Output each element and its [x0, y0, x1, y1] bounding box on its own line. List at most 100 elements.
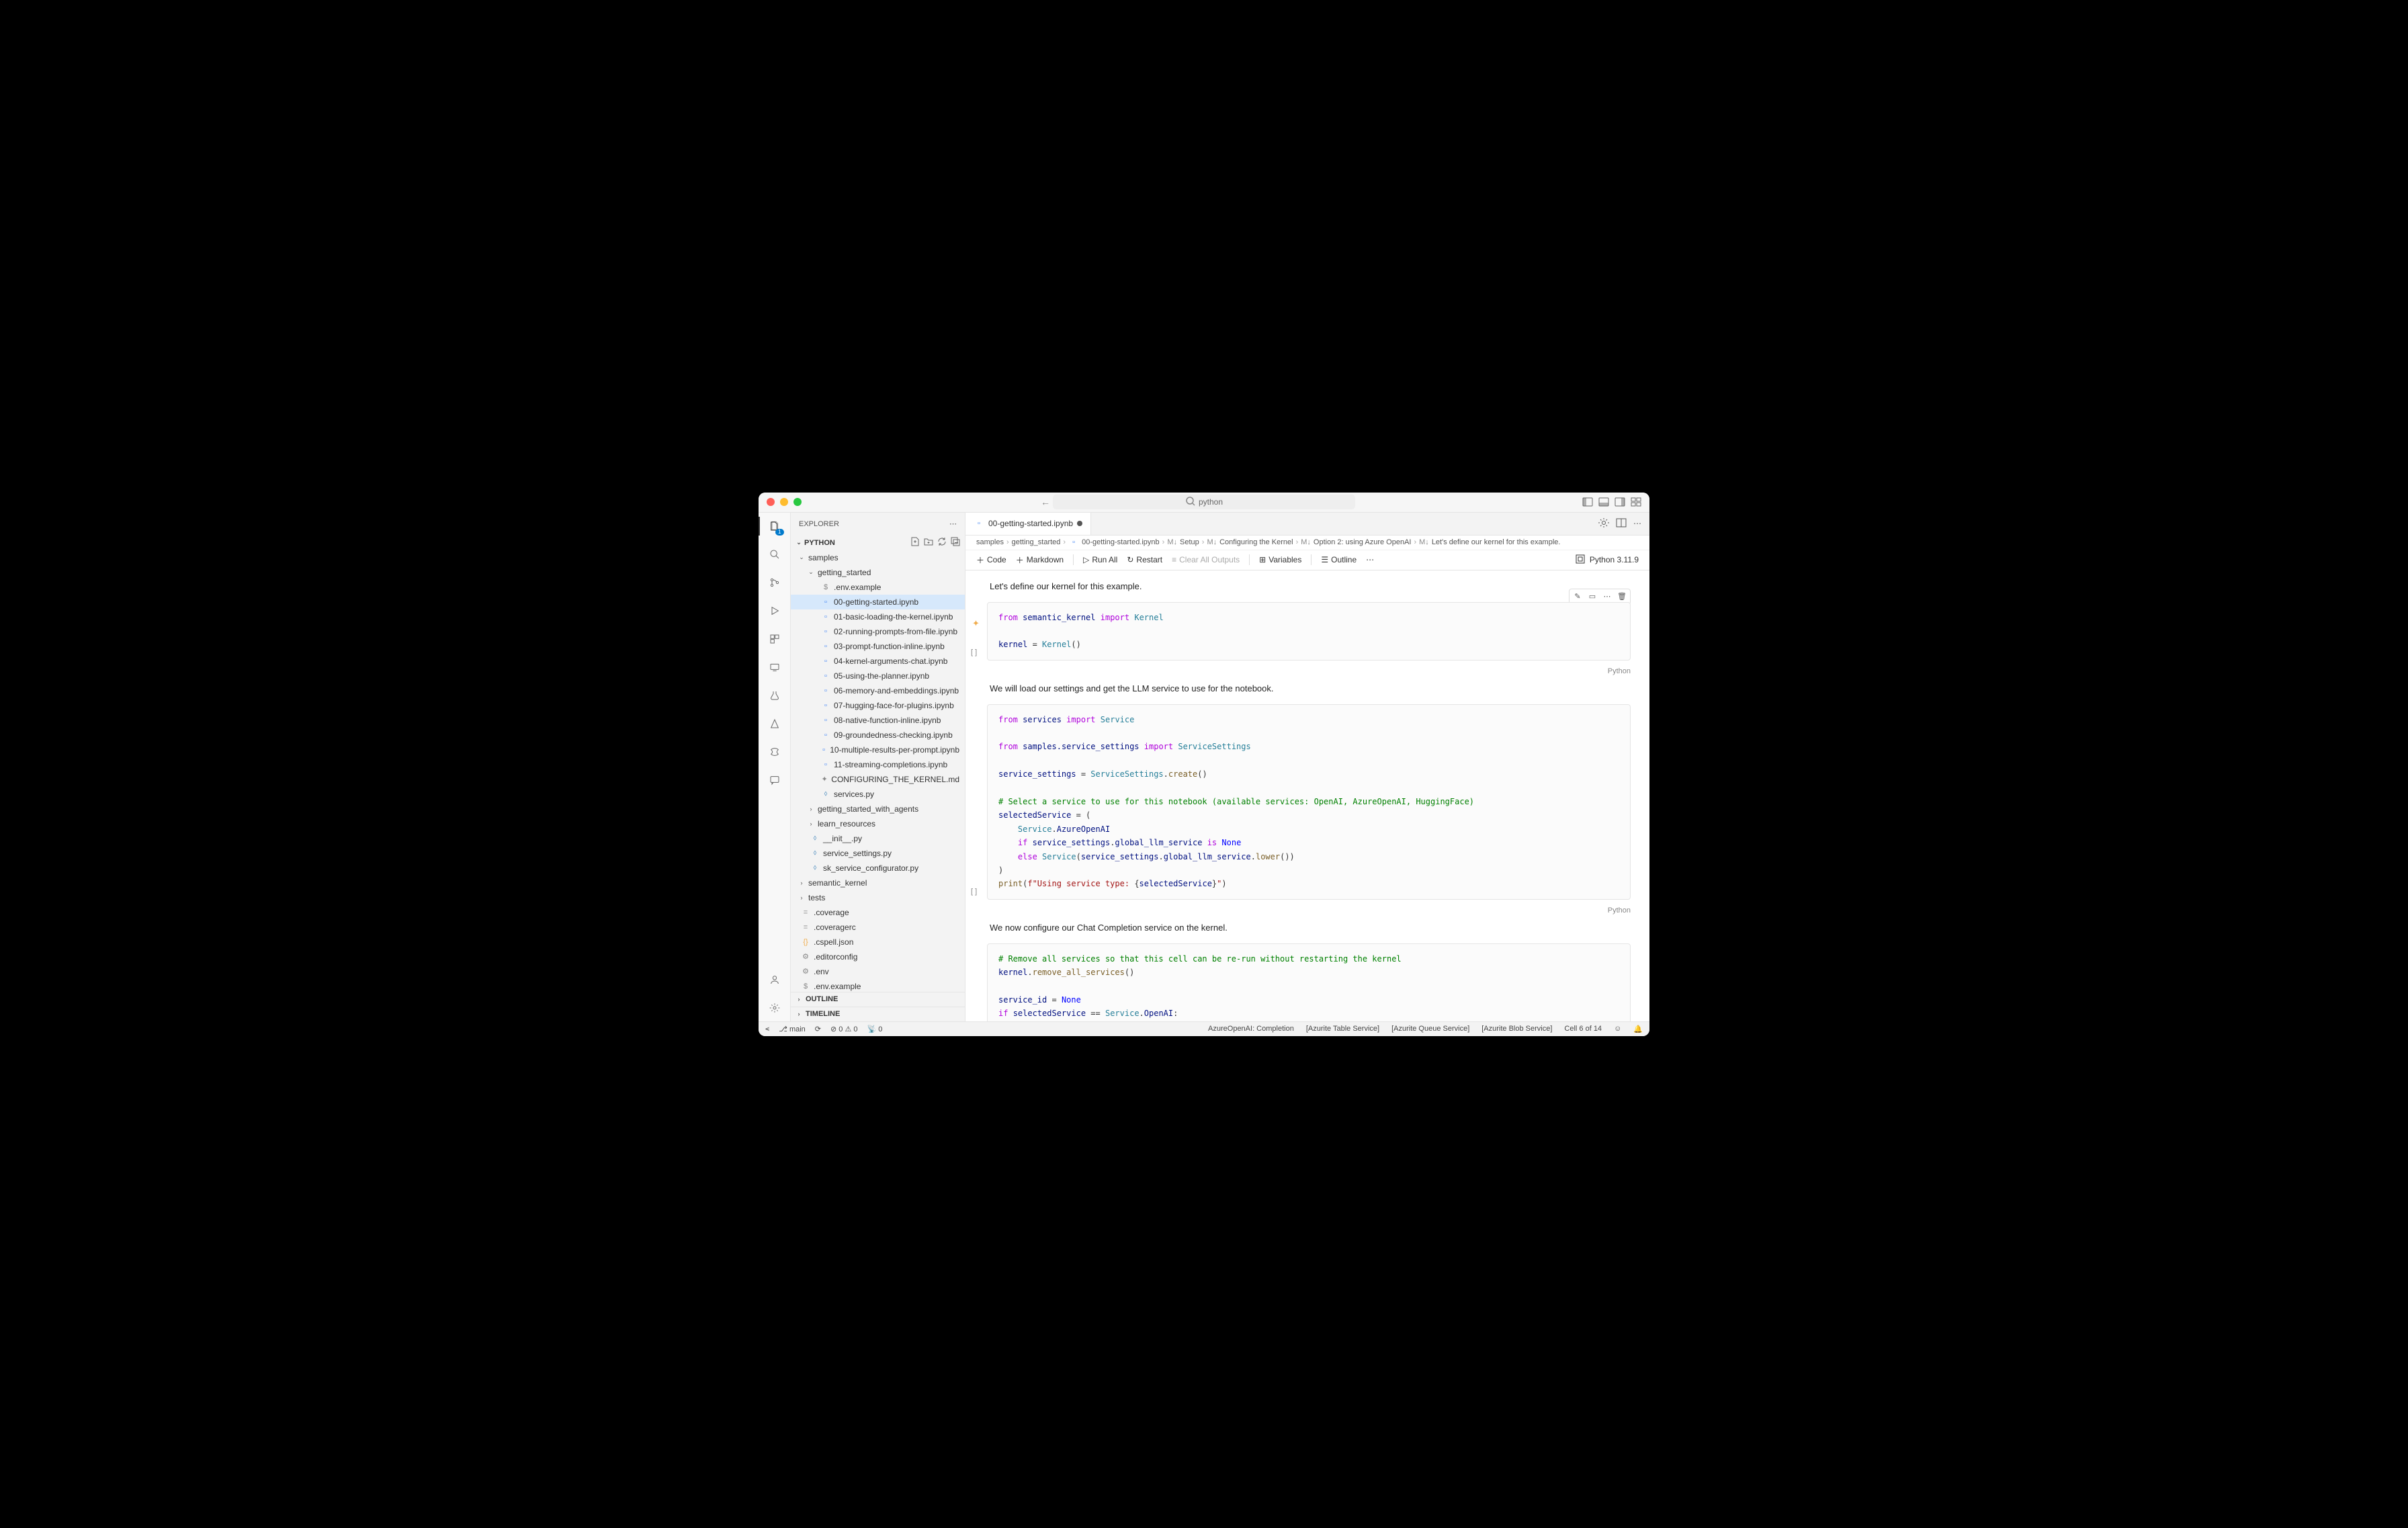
notebook-body[interactable]: Let's define our kernel for this example… — [965, 570, 1649, 1021]
branch-indicator[interactable]: ⎇ main — [779, 1025, 806, 1033]
tree-file[interactable]: $.env.example — [791, 979, 965, 992]
add-code-cell-button[interactable]: ＋Code — [976, 554, 1006, 566]
panel-bottom-icon[interactable] — [1598, 497, 1609, 507]
tree-file[interactable]: ⚙.env — [791, 964, 965, 979]
explorer-view-icon[interactable]: 1 — [767, 518, 783, 534]
tree-folder-samples[interactable]: ⌄samples — [791, 550, 965, 565]
tab-settings-icon[interactable] — [1598, 517, 1609, 530]
problems-indicator[interactable]: ⊘ 0 ⚠ 0 — [830, 1025, 858, 1033]
variables-button[interactable]: ⊞Variables — [1259, 555, 1301, 564]
layout-customize-icon[interactable] — [1631, 497, 1641, 507]
run-all-button[interactable]: ▷Run All — [1083, 555, 1117, 564]
markdown-cell[interactable]: We now configure our Chat Completion ser… — [987, 920, 1649, 943]
tree-file[interactable]: $.env.example — [791, 580, 965, 595]
tree-file[interactable]: ≡.coverage — [791, 905, 965, 920]
tree-file[interactable]: ▫10-multiple-results-per-prompt.ipynb — [791, 742, 965, 757]
tree-file[interactable]: ▫11-streaming-completions.ipynb — [791, 757, 965, 772]
tree-folder[interactable]: ›tests — [791, 890, 965, 905]
back-arrow-icon[interactable]: ← — [1041, 497, 1050, 507]
sidebar-more-icon[interactable]: ⋯ — [949, 519, 957, 528]
toolbar-more-button[interactable]: ⋯ — [1366, 555, 1374, 564]
restart-button[interactable]: ↻Restart — [1127, 555, 1162, 564]
azure-icon[interactable] — [767, 716, 783, 732]
split-editor-icon[interactable] — [1616, 517, 1627, 530]
tree-file[interactable]: ▫08-native-function-inline.ipynb — [791, 713, 965, 728]
outline-button[interactable]: ☰Outline — [1321, 555, 1357, 564]
editor-tab-active[interactable]: ▫ 00-getting-started.ipynb — [965, 513, 1091, 535]
sk-icon[interactable] — [767, 744, 783, 760]
editor-area: ▫ 00-getting-started.ipynb ⋯ samples› ge… — [965, 513, 1649, 1021]
tree-file[interactable]: ▫02-running-prompts-from-file.ipynb — [791, 624, 965, 639]
tree-folder[interactable]: ›getting_started_with_agents — [791, 802, 965, 816]
remote-indicator[interactable]: ⪪ — [765, 1025, 769, 1033]
code-cell[interactable]: from semantic_kernel import Kernel kerne… — [987, 602, 1631, 661]
panel-left-icon[interactable] — [1582, 497, 1593, 507]
feedback-icon[interactable]: ☺ — [1614, 1025, 1621, 1033]
tree-file-active[interactable]: ▫00-getting-started.ipynb — [791, 595, 965, 609]
refresh-icon[interactable] — [937, 536, 947, 549]
maximize-window[interactable] — [793, 498, 802, 506]
chat-icon[interactable] — [767, 772, 783, 788]
clear-outputs-button[interactable]: ≡Clear All Outputs — [1172, 555, 1240, 564]
tree-file[interactable]: {}.cspell.json — [791, 935, 965, 949]
search-view-icon[interactable] — [767, 546, 783, 562]
breadcrumb[interactable]: samples› getting_started› ▫00-getting-st… — [965, 536, 1649, 550]
tree-file[interactable]: ⬨service_settings.py — [791, 846, 965, 861]
minimize-window[interactable] — [780, 498, 788, 506]
tree-file[interactable]: ✦CONFIGURING_THE_KERNEL.md — [791, 772, 965, 787]
tree-file[interactable]: ▫09-groundedness-checking.ipynb — [791, 728, 965, 742]
accounts-icon[interactable] — [767, 972, 783, 988]
code-cell[interactable]: from services import Service from sample… — [987, 704, 1631, 900]
tree-file[interactable]: ▫06-memory-and-embeddings.ipynb — [791, 683, 965, 698]
sync-indicator[interactable]: ⟳ — [815, 1025, 821, 1033]
tree-folder[interactable]: ›semantic_kernel — [791, 876, 965, 890]
tree-file[interactable]: ▫03-prompt-function-inline.ipynb — [791, 639, 965, 654]
extensions-icon[interactable] — [767, 631, 783, 647]
close-window[interactable] — [767, 498, 775, 506]
cell-pane-icon[interactable]: ▭ — [1586, 591, 1599, 603]
tree-file[interactable]: ▫01-basic-loading-the-kernel.ipynb — [791, 609, 965, 624]
tree-file[interactable]: ⬨services.py — [791, 787, 965, 802]
timeline-section[interactable]: ›TIMELINE — [791, 1007, 965, 1021]
markdown-cell[interactable]: Let's define our kernel for this example… — [987, 579, 1649, 602]
tree-file[interactable]: ▫07-hugging-face-for-plugins.ipynb — [791, 698, 965, 713]
notifications-icon[interactable]: 🔔 — [1633, 1025, 1643, 1033]
copilot-sparkle-icon[interactable]: ✦ — [972, 618, 980, 629]
add-markdown-cell-button[interactable]: ＋Markdown — [1016, 554, 1064, 566]
code-cell[interactable]: # Remove all services so that this cell … — [987, 943, 1631, 1021]
edit-cell-icon[interactable]: ✎ — [1571, 591, 1584, 603]
panel-right-icon[interactable] — [1615, 497, 1625, 507]
ports-indicator[interactable]: 📡 0 — [867, 1025, 883, 1033]
lang-label[interactable]: Python — [987, 666, 1649, 681]
tree-file[interactable]: ▫04-kernel-arguments-chat.ipynb — [791, 654, 965, 669]
new-folder-icon[interactable] — [923, 536, 934, 549]
outline-section[interactable]: ›OUTLINE — [791, 992, 965, 1007]
status-item[interactable]: AzureOpenAI: Completion — [1208, 1025, 1294, 1033]
collapse-all-icon[interactable] — [950, 536, 961, 549]
tree-file[interactable]: ⬨__init__.py — [791, 831, 965, 846]
status-item[interactable]: [Azurite Table Service] — [1306, 1025, 1379, 1033]
cell-more-icon[interactable]: ⋯ — [1600, 591, 1614, 603]
remote-explorer-icon[interactable] — [767, 659, 783, 675]
tree-file[interactable]: ▫05-using-the-planner.ipynb — [791, 669, 965, 683]
status-item[interactable]: [Azurite Blob Service] — [1481, 1025, 1552, 1033]
tree-folder-getting-started[interactable]: ⌄getting_started — [791, 565, 965, 580]
run-debug-icon[interactable] — [767, 603, 783, 619]
lang-label[interactable]: Python — [987, 905, 1649, 920]
tab-more-icon[interactable]: ⋯ — [1633, 519, 1641, 528]
markdown-cell[interactable]: We will load our settings and get the LL… — [987, 681, 1649, 704]
source-control-icon[interactable] — [767, 575, 783, 591]
new-file-icon[interactable] — [910, 536, 920, 549]
tree-file[interactable]: ≡.coveragerc — [791, 920, 965, 935]
status-item[interactable]: [Azurite Queue Service] — [1391, 1025, 1469, 1033]
tree-folder[interactable]: ›learn_resources — [791, 816, 965, 831]
project-header[interactable]: ⌄ PYTHON — [791, 536, 965, 550]
status-item[interactable]: Cell 6 of 14 — [1564, 1025, 1602, 1033]
delete-cell-icon[interactable]: 🗑 — [1615, 591, 1629, 603]
settings-gear-icon[interactable] — [767, 1000, 783, 1016]
tree-file[interactable]: ⬨sk_service_configurator.py — [791, 861, 965, 876]
command-center-search[interactable]: python — [1053, 495, 1355, 509]
kernel-selector[interactable]: Python 3.11.9 — [1590, 555, 1639, 564]
tree-file[interactable]: ⚙.editorconfig — [791, 949, 965, 964]
testing-icon[interactable] — [767, 687, 783, 704]
